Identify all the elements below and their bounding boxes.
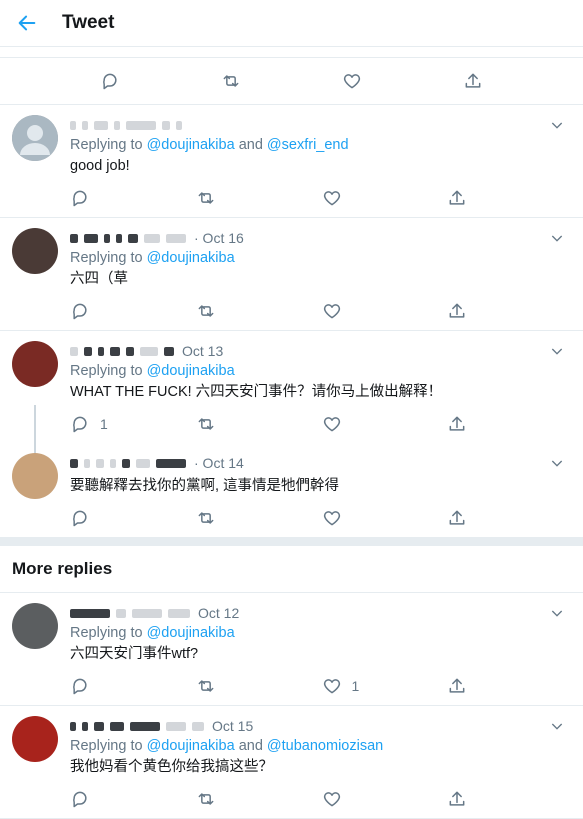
top-bar: Tweet [0, 0, 583, 47]
tweet-text: 六四（草 [70, 271, 128, 287]
like-icon[interactable] [342, 71, 362, 91]
tweet-date[interactable]: Oct 13 [182, 343, 223, 359]
like-icon[interactable] [322, 188, 342, 208]
tweet-meta: Oct 13 [70, 341, 573, 361]
share-icon[interactable] [447, 414, 467, 434]
tweet-text: 六四天安门事件wtf? [70, 646, 199, 662]
tweet-date[interactable]: · Oct 16 [194, 230, 244, 246]
avatar[interactable] [12, 228, 58, 274]
tweet-actions: 1 [70, 667, 573, 705]
avatar[interactable] [12, 603, 58, 649]
obscured-username [70, 721, 204, 731]
tweet-actions [70, 499, 573, 537]
reply-tweet[interactable]: · Oct 16 Replying to @doujinakiba 六四（草 [0, 218, 583, 331]
avatar[interactable] [12, 716, 58, 762]
avatar[interactable] [12, 115, 58, 161]
tweet-meta: Oct 12 [70, 603, 573, 623]
replying-to: Replying to @doujinakiba [70, 625, 235, 641]
page-title: Tweet [62, 12, 115, 33]
reply-icon[interactable] [70, 301, 90, 321]
chevron-down-icon[interactable] [549, 343, 565, 359]
back-arrow-icon[interactable] [16, 12, 38, 34]
share-icon[interactable] [447, 188, 467, 208]
reply-tweet[interactable]: Replying to @doujinakiba and @sexfri_end… [0, 105, 583, 218]
mention-link[interactable]: @doujinakiba [147, 738, 235, 754]
obscured-username [70, 120, 182, 130]
like-icon[interactable] [322, 301, 342, 321]
share-icon[interactable] [447, 508, 467, 528]
reply-tweet[interactable]: Oct 15 Replying to @doujinakiba and @tub… [0, 706, 583, 819]
tweet-date[interactable]: Oct 12 [198, 605, 239, 621]
reply-icon[interactable] [70, 789, 90, 809]
like-icon[interactable] [322, 789, 342, 809]
mention-link[interactable]: @doujinakiba [147, 137, 235, 153]
mention-link[interactable]: @doujinakiba [147, 625, 235, 641]
like-icon[interactable] [322, 508, 342, 528]
mention-link[interactable]: @sexfri_end [267, 137, 349, 153]
reply-icon[interactable] [70, 676, 90, 696]
avatar[interactable] [12, 341, 58, 387]
retweet-icon[interactable] [196, 789, 216, 809]
tweet-text: good job! [70, 158, 130, 174]
replying-to: Replying to @doujinakiba [70, 363, 235, 379]
chevron-down-icon[interactable] [549, 230, 565, 246]
share-icon[interactable] [447, 301, 467, 321]
reply-icon[interactable] [100, 71, 120, 91]
replying-to: Replying to @doujinakiba and @sexfri_end [70, 137, 349, 153]
reply-icon[interactable] [70, 508, 90, 528]
tweet-actions [70, 179, 573, 217]
chevron-down-icon[interactable] [549, 718, 565, 734]
share-icon[interactable] [463, 71, 483, 91]
chevron-down-icon[interactable] [549, 117, 565, 133]
reply-icon[interactable] [70, 188, 90, 208]
chevron-down-icon[interactable] [549, 455, 565, 471]
tweet-text: WHAT THE FUCK! 六四天安门事件？请你马上做出解释！ [70, 384, 443, 400]
more-replies-heading: More replies [0, 546, 583, 593]
obscured-username [70, 346, 174, 356]
retweet-icon[interactable] [196, 414, 216, 434]
tweet-meta: · Oct 14 [70, 453, 573, 473]
tweet-meta [70, 115, 573, 135]
like-icon[interactable] [322, 414, 342, 434]
tweet-actions: 1 [70, 405, 573, 443]
replying-to: Replying to @doujinakiba and @tubanomioz… [70, 738, 384, 754]
reply-tweet[interactable]: Oct 13 Replying to @doujinakiba WHAT THE… [0, 331, 583, 457]
section-separator [0, 538, 583, 546]
tweet-meta: Oct 15 [70, 716, 573, 736]
share-icon[interactable] [447, 789, 467, 809]
main-tweet-actions [0, 58, 583, 105]
original-tweet-remnant [0, 47, 583, 58]
retweet-icon[interactable] [196, 676, 216, 696]
share-icon[interactable] [447, 676, 467, 696]
reply-tweet[interactable]: · Oct 14 要聽解釋去找你的黨啊, 這事情是牠們幹得 [0, 443, 583, 538]
retweet-icon[interactable] [196, 188, 216, 208]
like-count: 1 [351, 678, 360, 694]
tweet-actions [70, 780, 573, 818]
obscured-username [70, 233, 186, 243]
mention-link[interactable]: @doujinakiba [147, 363, 235, 379]
retweet-icon[interactable] [196, 508, 216, 528]
avatar[interactable] [12, 453, 58, 499]
tweet-meta: · Oct 16 [70, 228, 573, 248]
retweet-icon[interactable] [196, 301, 216, 321]
tweet-text: 要聽解釋去找你的黨啊, 這事情是牠們幹得 [70, 478, 340, 494]
tweet-text: 我他妈看个黄色你给我搞这些？ [70, 759, 273, 775]
reply-icon[interactable] [70, 414, 90, 434]
tweet-actions [70, 292, 573, 330]
mention-link[interactable]: @tubanomiozisan [267, 738, 383, 754]
reply-count: 1 [100, 416, 108, 432]
replying-to: Replying to @doujinakiba [70, 250, 235, 266]
tweet-date[interactable]: Oct 15 [212, 718, 253, 734]
tweet-date[interactable]: · Oct 14 [194, 455, 244, 471]
obscured-username [70, 458, 186, 468]
chevron-down-icon[interactable] [549, 605, 565, 621]
mention-link[interactable]: @doujinakiba [147, 250, 235, 266]
retweet-icon[interactable] [221, 71, 241, 91]
like-icon[interactable] [322, 676, 342, 696]
reply-tweet[interactable]: Oct 12 Replying to @doujinakiba 六四天安门事件w… [0, 593, 583, 706]
obscured-username [70, 608, 190, 618]
